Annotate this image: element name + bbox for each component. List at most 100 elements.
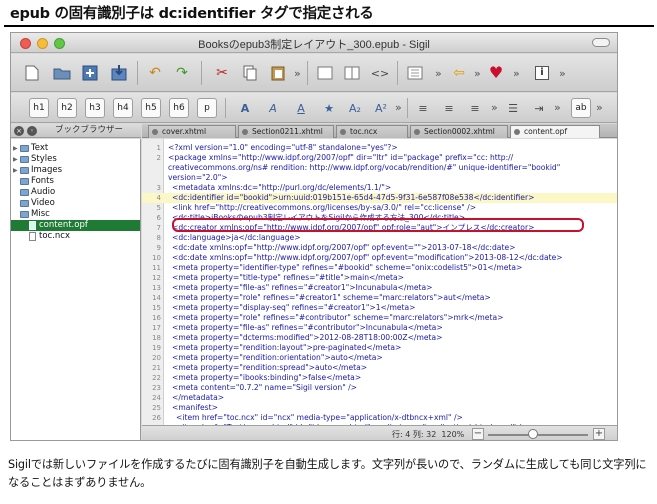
bold-icon[interactable]: A [235,98,255,118]
code-line[interactable]: 17 <meta property="file-as" refines="#con… [142,323,617,333]
close-tab-icon[interactable] [242,129,248,135]
add-file-icon[interactable] [79,62,101,84]
code-line[interactable]: 16 <meta property="role" refines="#contri… [142,313,617,323]
code-line[interactable]: 12 <meta property="title-type" refines="#… [142,273,617,283]
code-line[interactable]: 5 <link href="http://creativecommons.org/… [142,203,617,213]
code-line[interactable]: 15 <meta property="display-seq" refines="… [142,303,617,313]
line-number: 11 [152,264,161,272]
code-line[interactable]: 22 <meta property="ibooks:binding">false<… [142,373,617,383]
underline-icon[interactable]: A [291,98,311,118]
code-text: <meta property="file-as" refines="#creat… [172,283,433,292]
style-icon[interactable]: ★ [319,98,339,118]
book-view-icon[interactable] [314,62,336,84]
tree-folder-misc[interactable]: Misc [11,209,140,220]
subscript-icon[interactable]: A₂ [345,98,365,118]
code-line[interactable]: 21 <meta property="rendition:spread">auto… [142,363,617,373]
tab-section0002[interactable]: Section0002.xhtml [410,125,508,138]
tree-folder-styles[interactable]: ▶ Styles [11,154,140,165]
code-text: <meta property="identifier-type" refines… [172,263,523,272]
zoom-slider-handle[interactable] [528,429,538,439]
align-left-icon[interactable]: ≡ [413,98,433,118]
code-line[interactable]: creativecommons.org/ns# rendition: http:… [142,163,617,173]
open-folder-icon[interactable] [51,62,73,84]
redo-icon[interactable]: ↷ [171,62,193,84]
code-line[interactable]: 14 <meta property="role" refines="#creato… [142,293,617,303]
tree-folder-video[interactable]: Video [11,198,140,209]
split-view-icon[interactable] [341,62,363,84]
paragraph-button[interactable]: p [197,98,217,118]
heading-3-button[interactable]: h3 [85,98,105,118]
heading-6-button[interactable]: h6 [169,98,189,118]
new-file-icon[interactable] [21,62,43,84]
float-panel-icon[interactable]: ◦ [27,126,37,136]
tree-folder-fonts[interactable]: Fonts [11,176,140,187]
italic-icon[interactable]: A [263,98,283,118]
code-line[interactable]: 19 <meta property="rendition:layout">pre-… [142,343,617,353]
line-number: 2 [156,154,161,162]
code-text: <dc:identifier id="bookid">urn:uuid:019b… [172,193,535,202]
heading-5-button[interactable]: h5 [141,98,161,118]
code-line[interactable]: 26 <item href="toc.ncx" id="ncx" media-ty… [142,413,617,423]
superscript-icon[interactable]: A² [371,98,391,118]
toc-icon[interactable] [404,62,426,84]
close-tab-icon[interactable] [514,129,520,135]
list-icon[interactable]: ☰ [503,98,523,118]
spellcheck-button[interactable]: ab [571,98,591,118]
code-line[interactable]: 20 <meta property="rendition:orientation"… [142,353,617,363]
code-line[interactable]: 23 <meta content="0.7.2" name="Sigil vers… [142,383,617,393]
toolbar-toggle-button[interactable] [592,38,610,47]
heading-4-button[interactable]: h4 [113,98,133,118]
tab-content-opf[interactable]: content.opf [510,125,600,138]
zoom-in-button[interactable]: + [593,428,605,440]
line-number: 16 [152,314,161,322]
code-line[interactable]: version="2.0"> [142,173,617,183]
code-line[interactable]: 18 <meta property="dcterms:modified">2012… [142,333,617,343]
code-line[interactable]: 13 <meta property="file-as" refines="#cre… [142,283,617,293]
heading-1-button[interactable]: h1 [29,98,49,118]
code-text: <meta property="rendition:orientation">a… [172,353,383,362]
paste-icon[interactable] [267,62,289,84]
code-editor[interactable]: 1 <?xml version="1.0" encoding="utf-8" st… [142,139,617,425]
tree-file-toc-ncx[interactable]: toc.ncx [11,231,140,242]
line-number: 19 [152,344,161,352]
back-icon[interactable]: ⇦ [448,62,470,84]
indent-icon[interactable]: ⇥ [529,98,549,118]
code-line[interactable]: 9 <dc:date xmlns:opf="http://www.idpf.org… [142,243,617,253]
close-tab-icon[interactable] [414,129,420,135]
code-line[interactable]: 1 <?xml version="1.0" encoding="utf-8" st… [142,143,617,153]
code-line[interactable]: 24 </metadata> [142,393,617,403]
cut-icon[interactable]: ✂ [211,62,233,84]
code-line[interactable]: 3 <metadata xmlns:dc="http://purl.org/dc/… [142,183,617,193]
code-text: <item href="toc.ncx" id="ncx" media-type… [176,413,463,422]
code-line[interactable]: 25 <manifest> [142,403,617,413]
heart-icon[interactable]: ♥ [485,62,507,84]
info-icon[interactable]: i [531,62,553,84]
tab-section0211[interactable]: Section0211.xhtml [238,125,334,138]
code-view-icon[interactable]: <> [369,62,391,84]
code-line[interactable]: 8 <dc:language>ja</dc:language> [142,233,617,243]
tree-folder-images[interactable]: ▶ Images [11,165,140,176]
close-tab-icon[interactable] [152,129,158,135]
line-number: 14 [152,294,161,302]
copy-icon[interactable] [239,62,261,84]
code-line[interactable]: 4 <dc:identifier id="bookid">urn:uuid:019… [142,193,617,203]
code-line[interactable]: 2 <package xmlns="http://www.idpf.org/200… [142,153,617,163]
identifier-highlight-box [172,218,584,232]
code-line[interactable]: 11 <meta property="identifier-type" refin… [142,263,617,273]
zoom-out-button[interactable]: − [472,428,484,440]
code-text: <dc:language>ja</dc:language> [172,233,301,242]
save-icon[interactable] [108,62,130,84]
tree-folder-audio[interactable]: Audio [11,187,140,198]
code-line[interactable]: 10 <dc:date xmlns:opf="http://www.idpf.or… [142,253,617,263]
zoom-slider[interactable] [488,434,588,436]
tab-cover-xhtml[interactable]: cover.xhtml [148,125,236,138]
heading-2-button[interactable]: h2 [57,98,77,118]
close-tab-icon[interactable] [340,129,346,135]
tree-folder-text[interactable]: ▶ Text [11,143,140,154]
tree-file-content-opf[interactable]: content.opf [11,220,140,231]
close-panel-icon[interactable]: × [14,126,24,136]
tab-toc-ncx[interactable]: toc.ncx [336,125,408,138]
align-justify-icon[interactable]: ≡ [465,98,485,118]
align-center-icon[interactable]: ≡ [439,98,459,118]
undo-icon[interactable]: ↶ [144,62,166,84]
